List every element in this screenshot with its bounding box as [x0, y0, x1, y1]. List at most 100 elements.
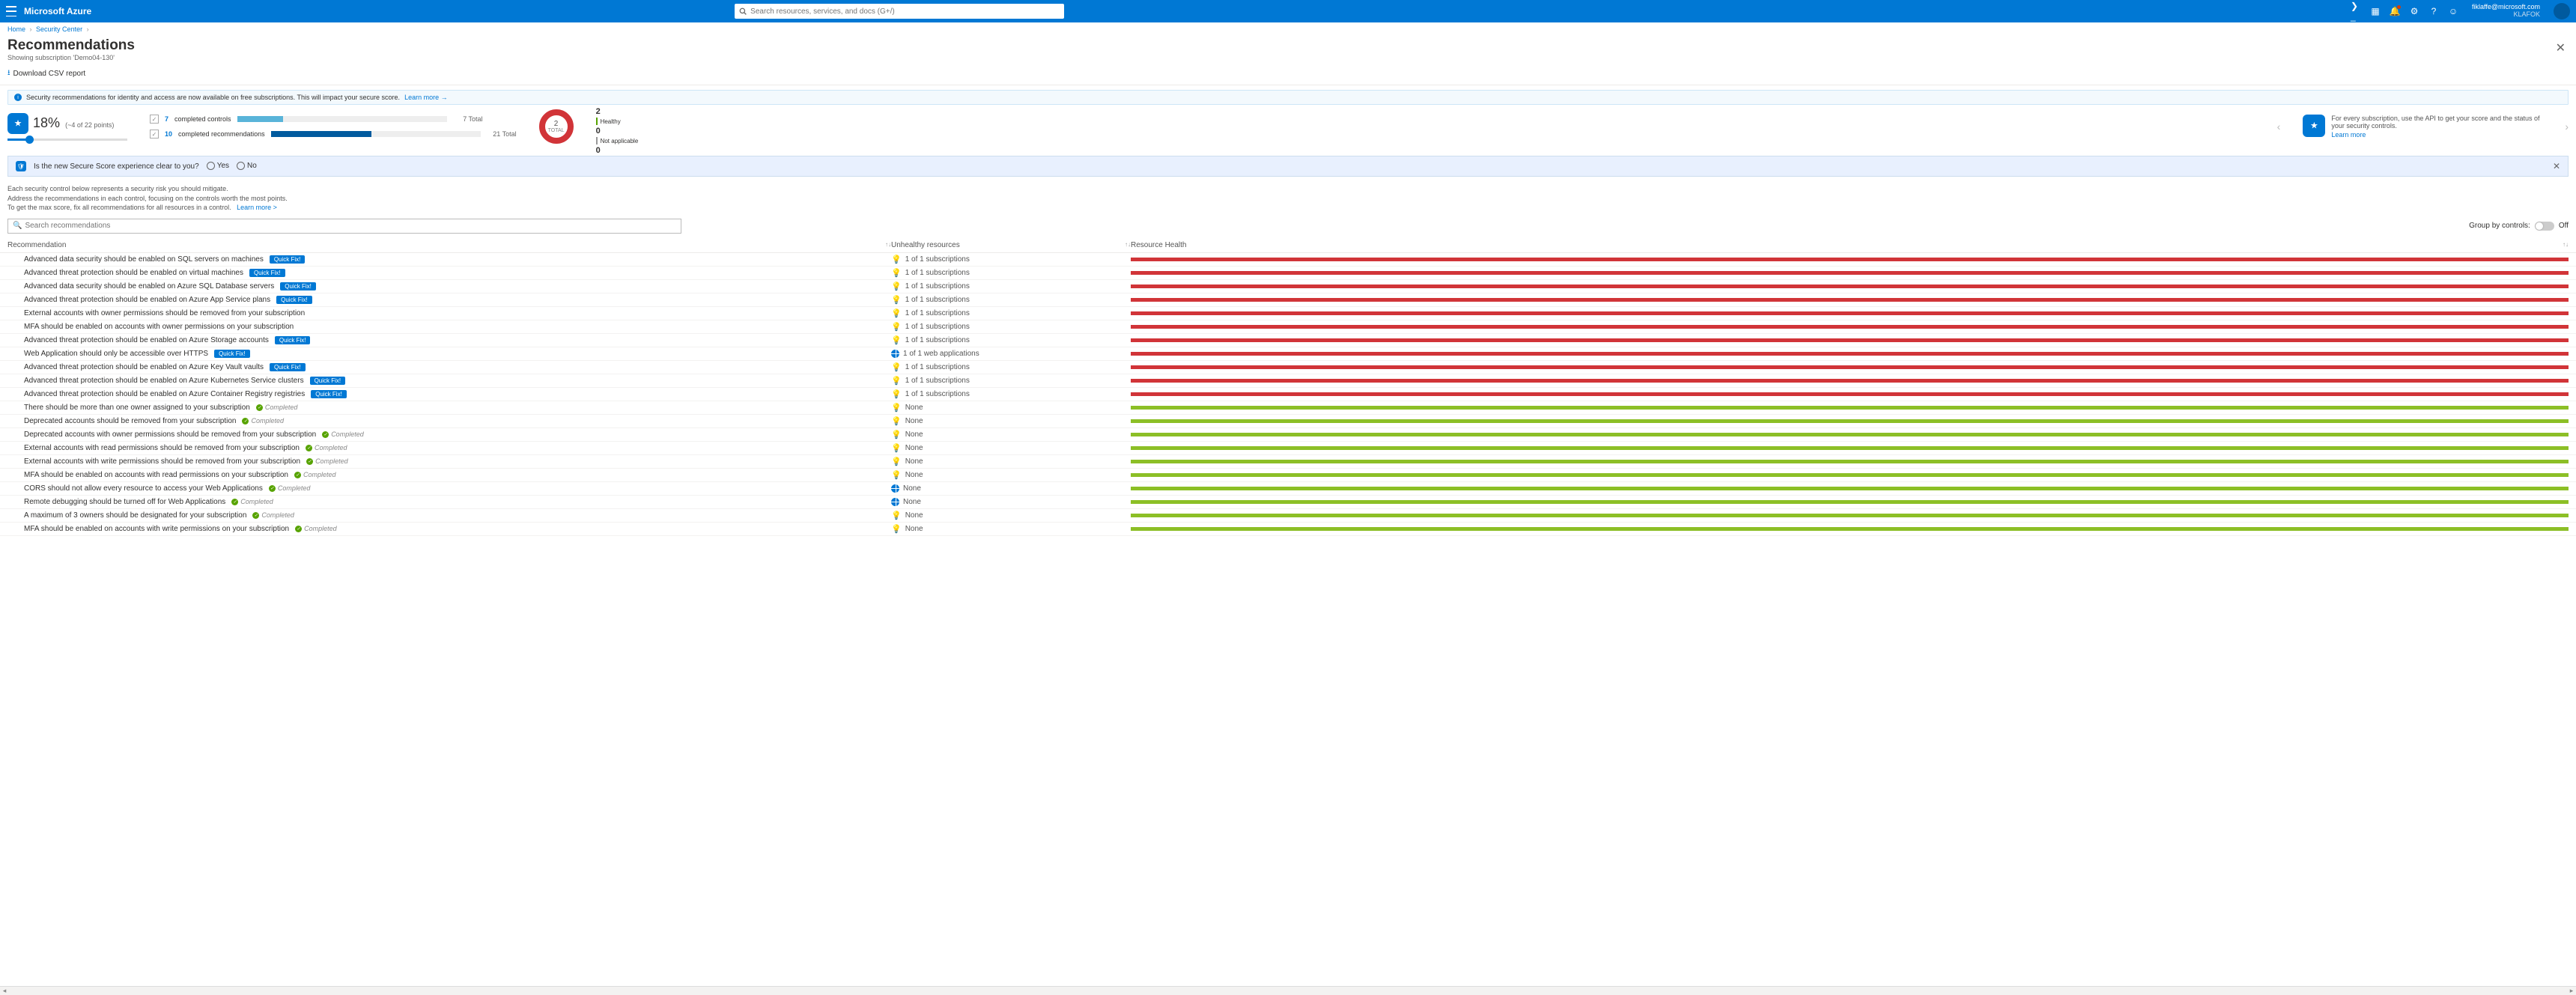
feedback-close-icon[interactable]: ✕ — [2553, 161, 2560, 171]
table-header: Recommendation↑↓ Unhealthy resources↑↓ R… — [0, 238, 2576, 253]
global-search-input[interactable] — [750, 7, 1060, 16]
feedback-no[interactable]: No — [237, 162, 257, 170]
progress-controls-num: 7 — [165, 115, 168, 123]
table-row[interactable]: Deprecated accounts with owner permissio… — [0, 428, 2576, 442]
crumb-security-center[interactable]: Security Center — [36, 25, 82, 33]
check-icon: ✓ — [252, 512, 259, 519]
table-row[interactable]: Web Application should only be accessibl… — [0, 347, 2576, 361]
directory-icon[interactable]: ▦ — [2370, 6, 2381, 16]
close-icon[interactable]: ✕ — [2553, 37, 2569, 58]
settings-icon[interactable]: ⚙ — [2409, 6, 2419, 16]
user-info[interactable]: fiklaffe@microsoft.com KLAFOK — [2472, 4, 2540, 19]
feedback-icon[interactable]: ☺ — [2448, 6, 2458, 16]
col-recommendation[interactable]: Recommendation↑↓ — [7, 241, 891, 249]
cloud-shell-icon[interactable]: ❯_ — [2351, 6, 2361, 16]
table-row[interactable]: A maximum of 3 owners should be designat… — [0, 509, 2576, 523]
info-link[interactable]: Learn more → — [404, 94, 448, 101]
quick-fix-badge[interactable]: Quick Fix! — [270, 255, 306, 264]
table-row[interactable]: Advanced data security should be enabled… — [0, 280, 2576, 293]
health-legend: Unhealthy 2 Healthy 0 Not applicable 0 — [596, 108, 639, 153]
quick-fix-badge[interactable]: Quick Fix! — [311, 390, 347, 398]
unhealthy-text: 1 of 1 subscriptions — [905, 309, 970, 317]
table-row[interactable]: External accounts with owner permissions… — [0, 307, 2576, 320]
menu-icon[interactable] — [6, 6, 16, 16]
notifications-icon[interactable]: 🔔 — [2390, 6, 2400, 16]
rec-text: External accounts with write permissions… — [24, 457, 300, 466]
progress-controls: ✓ 7 completed controls 7 Total — [150, 115, 517, 124]
table-row[interactable]: External accounts with read permissions … — [0, 442, 2576, 455]
table-row[interactable]: MFA should be enabled on accounts with w… — [0, 523, 2576, 536]
carousel-prev-icon[interactable]: ‹ — [2277, 121, 2281, 133]
tip-link[interactable]: Learn more — [2331, 131, 2542, 139]
lightbulb-icon: 💡 — [891, 511, 902, 520]
help-icon[interactable]: ? — [2428, 6, 2439, 16]
quick-fix-badge[interactable]: Quick Fix! — [270, 363, 306, 371]
table-row[interactable]: Advanced threat protection should be ena… — [0, 267, 2576, 280]
rec-search-input[interactable] — [25, 222, 676, 230]
search-icon: 🔍 — [13, 222, 22, 230]
health-bar — [1131, 446, 2569, 450]
tip-card: For every subscription, use the API to g… — [2303, 115, 2542, 139]
table-row[interactable]: CORS should not allow every resource to … — [0, 482, 2576, 496]
crumb-home[interactable]: Home — [7, 25, 25, 33]
health-bar — [1131, 365, 2569, 369]
checklist-icon: ✓ — [150, 115, 159, 124]
scroll-right-icon[interactable]: ▸ — [2567, 987, 2576, 995]
table-row[interactable]: Advanced threat protection should be ena… — [0, 334, 2576, 347]
topbar: Microsoft Azure ❯_ ▦ 🔔 ⚙ ? ☺ fiklaffe@mi… — [0, 0, 2576, 22]
quick-fix-badge[interactable]: Quick Fix! — [276, 296, 312, 304]
health-bar — [1131, 460, 2569, 463]
progress-controls-label: completed controls — [174, 115, 231, 123]
health-bar — [1131, 433, 2569, 436]
col-resource-health[interactable]: Resource Health↑↓ — [1131, 241, 2569, 249]
page-title: Recommendations — [7, 37, 135, 54]
table-row[interactable]: Advanced threat protection should be ena… — [0, 293, 2576, 307]
rec-search[interactable]: 🔍 — [7, 219, 681, 234]
table-row[interactable]: There should be more than one owner assi… — [0, 401, 2576, 415]
health-bar — [1131, 284, 2569, 288]
check-icon: ✓ — [294, 472, 301, 478]
table-row[interactable]: MFA should be enabled on accounts with o… — [0, 320, 2576, 334]
table-row[interactable]: Advanced data security should be enabled… — [0, 253, 2576, 267]
global-search[interactable] — [735, 4, 1064, 19]
table-row[interactable]: MFA should be enabled on accounts with r… — [0, 469, 2576, 482]
lightbulb-icon: 💡 — [891, 430, 902, 439]
table-row[interactable]: Advanced threat protection should be ena… — [0, 361, 2576, 374]
desc-link[interactable]: Learn more > — [237, 204, 277, 211]
unhealthy-text: None — [905, 457, 923, 466]
quick-fix-badge[interactable]: Quick Fix! — [214, 350, 250, 358]
carousel-next-icon[interactable]: › — [2565, 121, 2569, 133]
completed-badge: ✓Completed — [322, 430, 364, 438]
unhealthy-text: 1 of 1 subscriptions — [905, 390, 970, 398]
toggle-switch[interactable] — [2535, 222, 2554, 231]
quick-fix-badge[interactable]: Quick Fix! — [280, 282, 316, 290]
quick-fix-badge[interactable]: Quick Fix! — [310, 377, 346, 385]
table-row[interactable]: Deprecated accounts should be removed fr… — [0, 415, 2576, 428]
scroll-left-icon[interactable]: ◂ — [0, 987, 9, 995]
unhealthy-text: 1 of 1 subscriptions — [905, 336, 970, 344]
rec-text: Deprecated accounts with owner permissio… — [24, 430, 316, 439]
unhealthy-text: None — [905, 430, 923, 439]
table-row[interactable]: Advanced threat protection should be ena… — [0, 374, 2576, 388]
download-csv-button[interactable]: ⭳ Download CSV report — [7, 67, 85, 80]
horizontal-scrollbar[interactable]: ◂ ▸ — [0, 986, 2576, 995]
group-toggle[interactable]: Group by controls: Off — [2469, 222, 2569, 231]
table-row[interactable]: External accounts with write permissions… — [0, 455, 2576, 469]
health-bar — [1131, 392, 2569, 396]
completed-badge: ✓Completed — [306, 457, 348, 465]
feedback-yes[interactable]: Yes — [207, 162, 229, 170]
table-row[interactable]: Remote debugging should be turned off fo… — [0, 496, 2576, 509]
legend-healthy-val: 0 — [596, 127, 639, 136]
quick-fix-badge[interactable]: Quick Fix! — [249, 269, 285, 277]
score-value: 18% — [33, 115, 60, 130]
avatar[interactable] — [2554, 3, 2570, 19]
page-header: Recommendations Showing subscription 'De… — [0, 36, 2576, 64]
completed-badge: ✓Completed — [295, 525, 337, 532]
globe-icon — [891, 484, 899, 493]
brand[interactable]: Microsoft Azure — [24, 6, 91, 16]
col-unhealthy[interactable]: Unhealthy resources↑↓ — [891, 241, 1131, 249]
quick-fix-badge[interactable]: Quick Fix! — [275, 336, 311, 344]
lightbulb-icon: 💡 — [891, 470, 902, 480]
breadcrumb: Home › Security Center › — [0, 22, 2576, 36]
table-row[interactable]: Advanced threat protection should be ena… — [0, 388, 2576, 401]
